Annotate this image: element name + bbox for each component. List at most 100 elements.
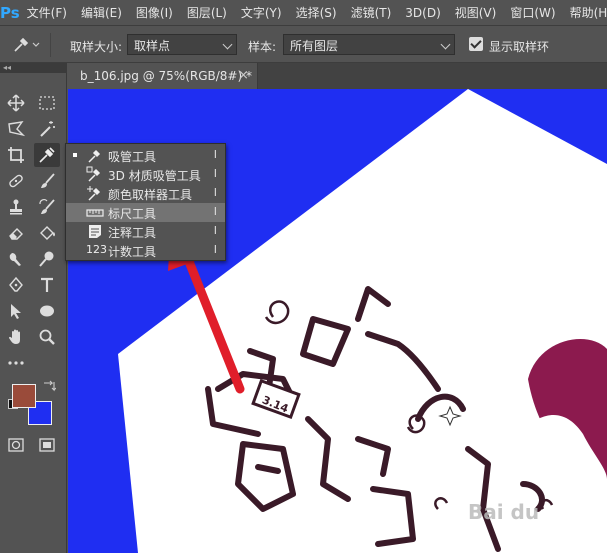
bandage-icon (9, 174, 23, 188)
type-icon (41, 277, 53, 292)
screen-mode-button[interactable] (34, 433, 60, 457)
eraser-icon (9, 228, 23, 240)
more-tools-button[interactable] (3, 351, 29, 375)
photoshop-logo: Ps (0, 3, 20, 22)
smudge-tool[interactable] (3, 247, 29, 271)
magic-wand-tool[interactable] (34, 117, 60, 141)
eyedropper-flyout-menu: 吸管工具 I 3D 材质吸管工具 I 颜色取样器工具 I 标尺工具 I 注释工具… (65, 143, 226, 261)
show-sampling-ring-label: 显示取样环 (489, 40, 550, 54)
menu-window[interactable]: 窗口(W) (503, 4, 562, 21)
eyedropper-icon (88, 149, 101, 163)
smudge-icon (9, 253, 21, 266)
flyout-item-ruler[interactable]: 标尺工具 I (66, 203, 225, 222)
rectangle-marquee-icon (39, 96, 55, 110)
pen-icon (9, 276, 23, 292)
dodge-tool[interactable] (34, 247, 60, 271)
menu-bar: Ps 文件(F) 编辑(E) 图像(I) 图层(L) 文字(Y) 选择(S) 滤… (0, 0, 607, 25)
menu-image[interactable]: 图像(I) (129, 4, 180, 21)
selected-bullet (73, 153, 77, 157)
watermark-text: Bai du (468, 500, 539, 524)
paint-bucket-tool[interactable] (34, 221, 60, 245)
eyedropper-icon (14, 37, 40, 52)
move-tool[interactable] (3, 91, 29, 115)
color-sampler-icon (87, 186, 101, 201)
document-tab[interactable]: b_106.jpg @ 75%(RGB/8#) * × (68, 63, 258, 89)
flyout-item-3d-eyedropper[interactable]: 3D 材质吸管工具 I (66, 165, 225, 184)
flyout-item-eyedropper[interactable]: 吸管工具 I (66, 146, 225, 165)
menu-edit[interactable]: 编辑(E) (74, 4, 129, 21)
shortcut-key: I (213, 167, 217, 180)
crop-tool[interactable] (3, 143, 29, 167)
eyedropper-tool[interactable] (34, 143, 60, 167)
flyout-item-note[interactable]: 注释工具 I (66, 222, 225, 241)
screen-mode-icon (39, 438, 55, 452)
flyout-item-label: 颜色取样器工具 (108, 188, 193, 202)
healing-brush-tool[interactable] (3, 169, 29, 193)
zoom-tool[interactable] (34, 325, 60, 349)
flyout-item-label: 计数工具 (108, 245, 157, 259)
brush-tool[interactable] (34, 169, 60, 193)
menu-3d[interactable]: 3D(D) (398, 6, 447, 20)
hand-icon (9, 329, 20, 344)
swap-colors-icon[interactable] (42, 379, 57, 393)
menu-select[interactable]: 选择(S) (289, 4, 344, 21)
menu-filter[interactable]: 滤镜(T) (344, 4, 399, 21)
menu-type[interactable]: 文字(Y) (234, 4, 289, 21)
flyout-item-label: 吸管工具 (108, 150, 157, 164)
ellipse-icon (40, 305, 54, 317)
history-brush-icon (39, 199, 55, 214)
menu-view[interactable]: 视图(V) (448, 4, 504, 21)
stamp-tool[interactable] (3, 195, 29, 219)
close-icon[interactable]: × (238, 68, 249, 83)
menu-file[interactable]: 文件(F) (20, 4, 74, 21)
document-tab-title: b_106.jpg @ 75%(RGB/8#) * (80, 69, 252, 83)
type-tool[interactable] (34, 273, 60, 297)
path-selection-tool[interactable] (3, 299, 29, 323)
sample-size-value: 取样点 (134, 39, 171, 53)
ellipsis-icon (8, 361, 24, 365)
menu-layer[interactable]: 图层(L) (180, 4, 234, 21)
shortcut-key: I (213, 205, 217, 218)
eyedropper-icon (39, 147, 55, 163)
3d-eyedropper-icon (86, 166, 101, 182)
lasso-tool[interactable] (3, 117, 29, 141)
polygonal-lasso-icon (8, 121, 25, 137)
shortcut-key: I (213, 148, 217, 161)
sample-select[interactable]: 所有图层 (283, 34, 455, 55)
ruler-icon (86, 209, 104, 217)
crop-icon (8, 147, 24, 163)
flyout-item-count[interactable]: 123 计数工具 I (66, 241, 225, 260)
sample-size-label: 取样大小: (70, 40, 123, 54)
dodge-icon (39, 251, 54, 267)
flyout-item-label: 标尺工具 (108, 207, 157, 221)
marquee-tool[interactable] (34, 91, 60, 115)
show-sampling-ring-checkbox[interactable] (469, 37, 483, 51)
pen-tool[interactable] (3, 273, 29, 297)
tool-preset-picker[interactable] (12, 36, 42, 54)
magnifier-icon (39, 329, 55, 345)
menu-help[interactable]: 帮助(H) (563, 4, 607, 21)
flyout-item-label: 注释工具 (108, 226, 157, 240)
eraser-tool[interactable] (3, 221, 29, 245)
magic-wand-icon (40, 121, 55, 137)
toolbar-collapse-handle[interactable]: ◂◂ (0, 63, 67, 73)
count-icon: 123 (86, 243, 107, 256)
options-bar: 取样大小: 取样点 样本: 所有图层 显示取样环 (0, 25, 607, 63)
note-icon (89, 225, 101, 238)
history-brush-tool[interactable] (34, 195, 60, 219)
hand-tool[interactable] (3, 325, 29, 349)
sample-value: 所有图层 (290, 39, 339, 53)
sample-label: 样本: (248, 40, 277, 54)
move-icon (7, 94, 25, 112)
shortcut-key: I (213, 186, 217, 199)
foreground-color-swatch[interactable] (12, 384, 36, 408)
flyout-item-color-sampler[interactable]: 颜色取样器工具 I (66, 184, 225, 203)
arrow-cursor-icon (11, 304, 21, 319)
quick-mask-button[interactable] (3, 433, 29, 457)
document-tab-bar: b_106.jpg @ 75%(RGB/8#) * × (68, 63, 607, 89)
shortcut-key: I (213, 243, 217, 256)
quick-mask-icon (8, 438, 24, 452)
ellipse-tool[interactable] (34, 299, 60, 323)
sample-size-select[interactable]: 取样点 (127, 34, 237, 55)
brush-icon (41, 173, 55, 188)
